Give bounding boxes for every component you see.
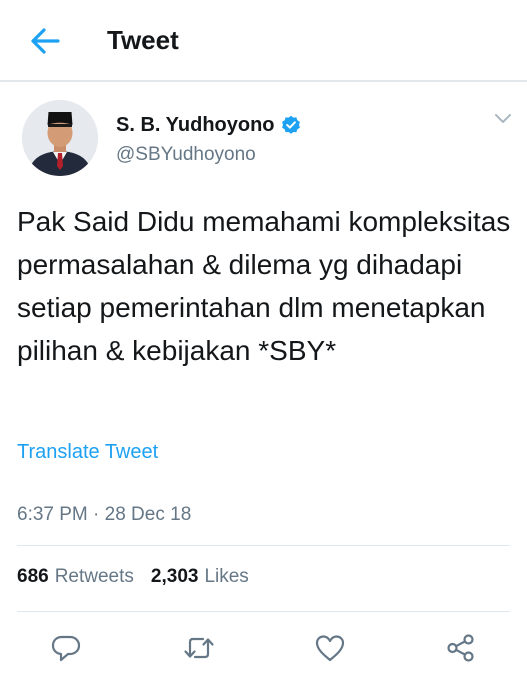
chevron-down-icon <box>495 114 511 123</box>
arrow-left-icon <box>31 28 60 54</box>
like-button[interactable] <box>314 632 346 664</box>
tweet-stats: 686 Retweets 2,303 Likes <box>17 566 266 588</box>
back-button[interactable] <box>28 26 62 56</box>
retweets-label: Retweets <box>54 566 134 587</box>
share-button[interactable] <box>445 632 477 664</box>
share-icon <box>447 634 474 662</box>
retweets-count: 686 <box>17 566 49 587</box>
likes-stat[interactable]: 2,303 Likes <box>151 566 249 588</box>
tweet-text: Pak Said Didu memahami kompleksitas perm… <box>17 206 511 366</box>
reply-button[interactable] <box>50 632 82 664</box>
verified-badge-icon <box>281 115 300 134</box>
author-display-name: S. B. Yudhoyono <box>116 113 275 136</box>
divider <box>17 611 510 612</box>
author-handle[interactable]: @SBYudhoyono <box>116 144 256 166</box>
avatar[interactable] <box>22 100 98 176</box>
likes-count: 2,303 <box>150 566 199 587</box>
page-title: Tweet <box>107 25 179 55</box>
retweet-button[interactable] <box>183 632 215 664</box>
tweet-timestamp[interactable]: 6:37 PM · 28 Dec 18 <box>17 504 191 526</box>
likes-label: Likes <box>204 566 249 587</box>
header-divider <box>0 80 527 82</box>
divider <box>17 545 510 546</box>
retweets-stat[interactable]: 686 Retweets <box>17 566 134 588</box>
retweet-icon <box>184 637 214 659</box>
avatar-portrait <box>22 100 98 176</box>
reply-icon <box>51 635 81 662</box>
author-name-row[interactable]: S. B. Yudhoyono <box>116 112 301 138</box>
translate-tweet-link[interactable]: Translate Tweet <box>17 441 158 464</box>
tweet-options-button[interactable] <box>494 112 512 126</box>
heart-icon <box>315 635 345 662</box>
top-bar: Tweet <box>0 0 527 80</box>
